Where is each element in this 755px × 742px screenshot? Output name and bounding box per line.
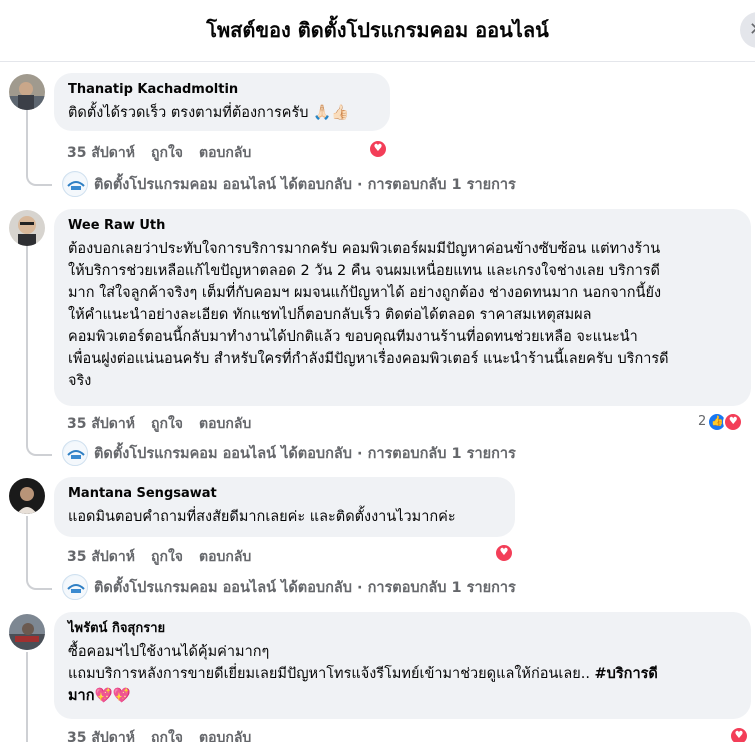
comment-bubble: ไพรัตน์ กิจสุกราย ซื้อคอมฯไปใช้งานได้คุ้… — [54, 612, 751, 719]
comment-actions: 35 สัปดาห์ ถูกใจ ตอบกลับ — [67, 142, 267, 164]
timestamp[interactable]: 35 สัปดาห์ — [67, 730, 135, 742]
reply-button[interactable]: ตอบกลับ — [199, 730, 251, 742]
comment-bubble: Mantana Sengsawat แอดมินตอบคำถามที่สงสัย… — [54, 477, 515, 537]
replies-summary[interactable]: ติดตั้งโปรแกรมคอม ออนไลน์ ได้ตอบกลับ · ก… — [62, 171, 516, 199]
avatar[interactable] — [9, 210, 45, 246]
page-avatar — [62, 440, 88, 466]
timestamp[interactable]: 35 สัปดาห์ — [67, 145, 135, 161]
thread-connector — [26, 172, 52, 186]
reaction-count: 2 — [698, 414, 707, 429]
thread-line — [26, 246, 28, 444]
comment-text: แอดมินตอบคำถามที่สงสัยดีมากเลยค่ะ และติด… — [68, 509, 456, 525]
timestamp[interactable]: 35 สัปดาห์ — [67, 416, 135, 432]
heart-icon: ♥ — [368, 138, 388, 159]
comment-bubble: Wee Raw Uth ต้องบอกเลยว่าประทับใจการบริก… — [54, 209, 751, 406]
page-avatar — [62, 171, 88, 197]
reply-button[interactable]: ตอบกลับ — [199, 416, 251, 432]
hashtag-link[interactable]: #บริการดี — [595, 666, 658, 682]
comment-author[interactable]: Thanatip Kachadmoltin — [68, 81, 378, 99]
comment-bubble: Thanatip Kachadmoltin ติดตั้งได้รวดเร็ว … — [54, 73, 390, 131]
thread-line — [26, 110, 28, 174]
like-button[interactable]: ถูกใจ — [151, 730, 183, 742]
thread-connector — [26, 442, 52, 456]
avatar[interactable] — [9, 614, 45, 650]
like-button[interactable]: ถูกใจ — [151, 416, 183, 432]
heart-icon: ♥ — [494, 542, 514, 563]
thread-line — [26, 652, 28, 742]
comment-actions: 35 สัปดาห์ ถูกใจ ตอบกลับ — [67, 413, 267, 435]
timestamp[interactable]: 35 สัปดาห์ — [67, 549, 135, 565]
reaction-summary[interactable]: ♥ — [729, 725, 749, 742]
heart-icon: ♥ — [729, 725, 749, 742]
reaction-summary[interactable]: ♥ — [368, 138, 388, 159]
replies-summary[interactable]: ติดตั้งโปรแกรมคอม ออนไลน์ ได้ตอบกลับ · ก… — [62, 574, 516, 602]
replies-summary[interactable]: ติดตั้งโปรแกรมคอม ออนไลน์ ได้ตอบกลับ · ก… — [62, 440, 516, 468]
like-button[interactable]: ถูกใจ — [151, 145, 183, 161]
comment-author[interactable]: ไพรัตน์ กิจสุกราย — [68, 620, 739, 638]
avatar[interactable] — [9, 478, 45, 514]
reply-button[interactable]: ตอบกลับ — [199, 549, 251, 565]
thread-line — [26, 516, 28, 578]
dialog-header: โพสต์ของ ติดตั้งโปรแกรมคอม ออนไลน์ ✕ — [0, 0, 755, 62]
emoji: 🙏🏻👍🏻 — [313, 105, 350, 121]
comment-actions: 35 สัปดาห์ ถูกใจ ตอบกลับ — [67, 727, 267, 742]
comment-actions: 35 สัปดาห์ ถูกใจ ตอบกลับ — [67, 546, 267, 568]
reply-button[interactable]: ตอบกลับ — [199, 145, 251, 161]
avatar[interactable] — [9, 74, 45, 110]
like-button[interactable]: ถูกใจ — [151, 549, 183, 565]
page-avatar — [62, 574, 88, 600]
heart-icon: ♥ — [723, 411, 744, 432]
reaction-summary[interactable]: 2 👍 ♥ — [698, 411, 744, 432]
page-title: โพสต์ของ ติดตั้งโปรแกรมคอม ออนไลน์ — [206, 18, 549, 42]
hashtag-link[interactable]: มาก — [68, 688, 94, 704]
comment-author[interactable]: Wee Raw Uth — [68, 217, 739, 235]
comment-text: ติดตั้งได้รวดเร็ว ตรงตามที่ต้องการครับ 🙏… — [68, 105, 350, 121]
comment-author[interactable]: Mantana Sengsawat — [68, 485, 503, 503]
comment-text: ต้องบอกเลยว่าประทับใจการบริการมากครับ คอ… — [68, 241, 669, 389]
comment-text: ซื้อคอมฯไปใช้งานได้คุ้มค่ามากๆ แถมบริการ… — [68, 644, 658, 704]
reaction-summary[interactable]: ♥ — [494, 542, 514, 563]
emoji: 💖💖 — [94, 688, 131, 704]
thread-connector — [26, 576, 52, 590]
